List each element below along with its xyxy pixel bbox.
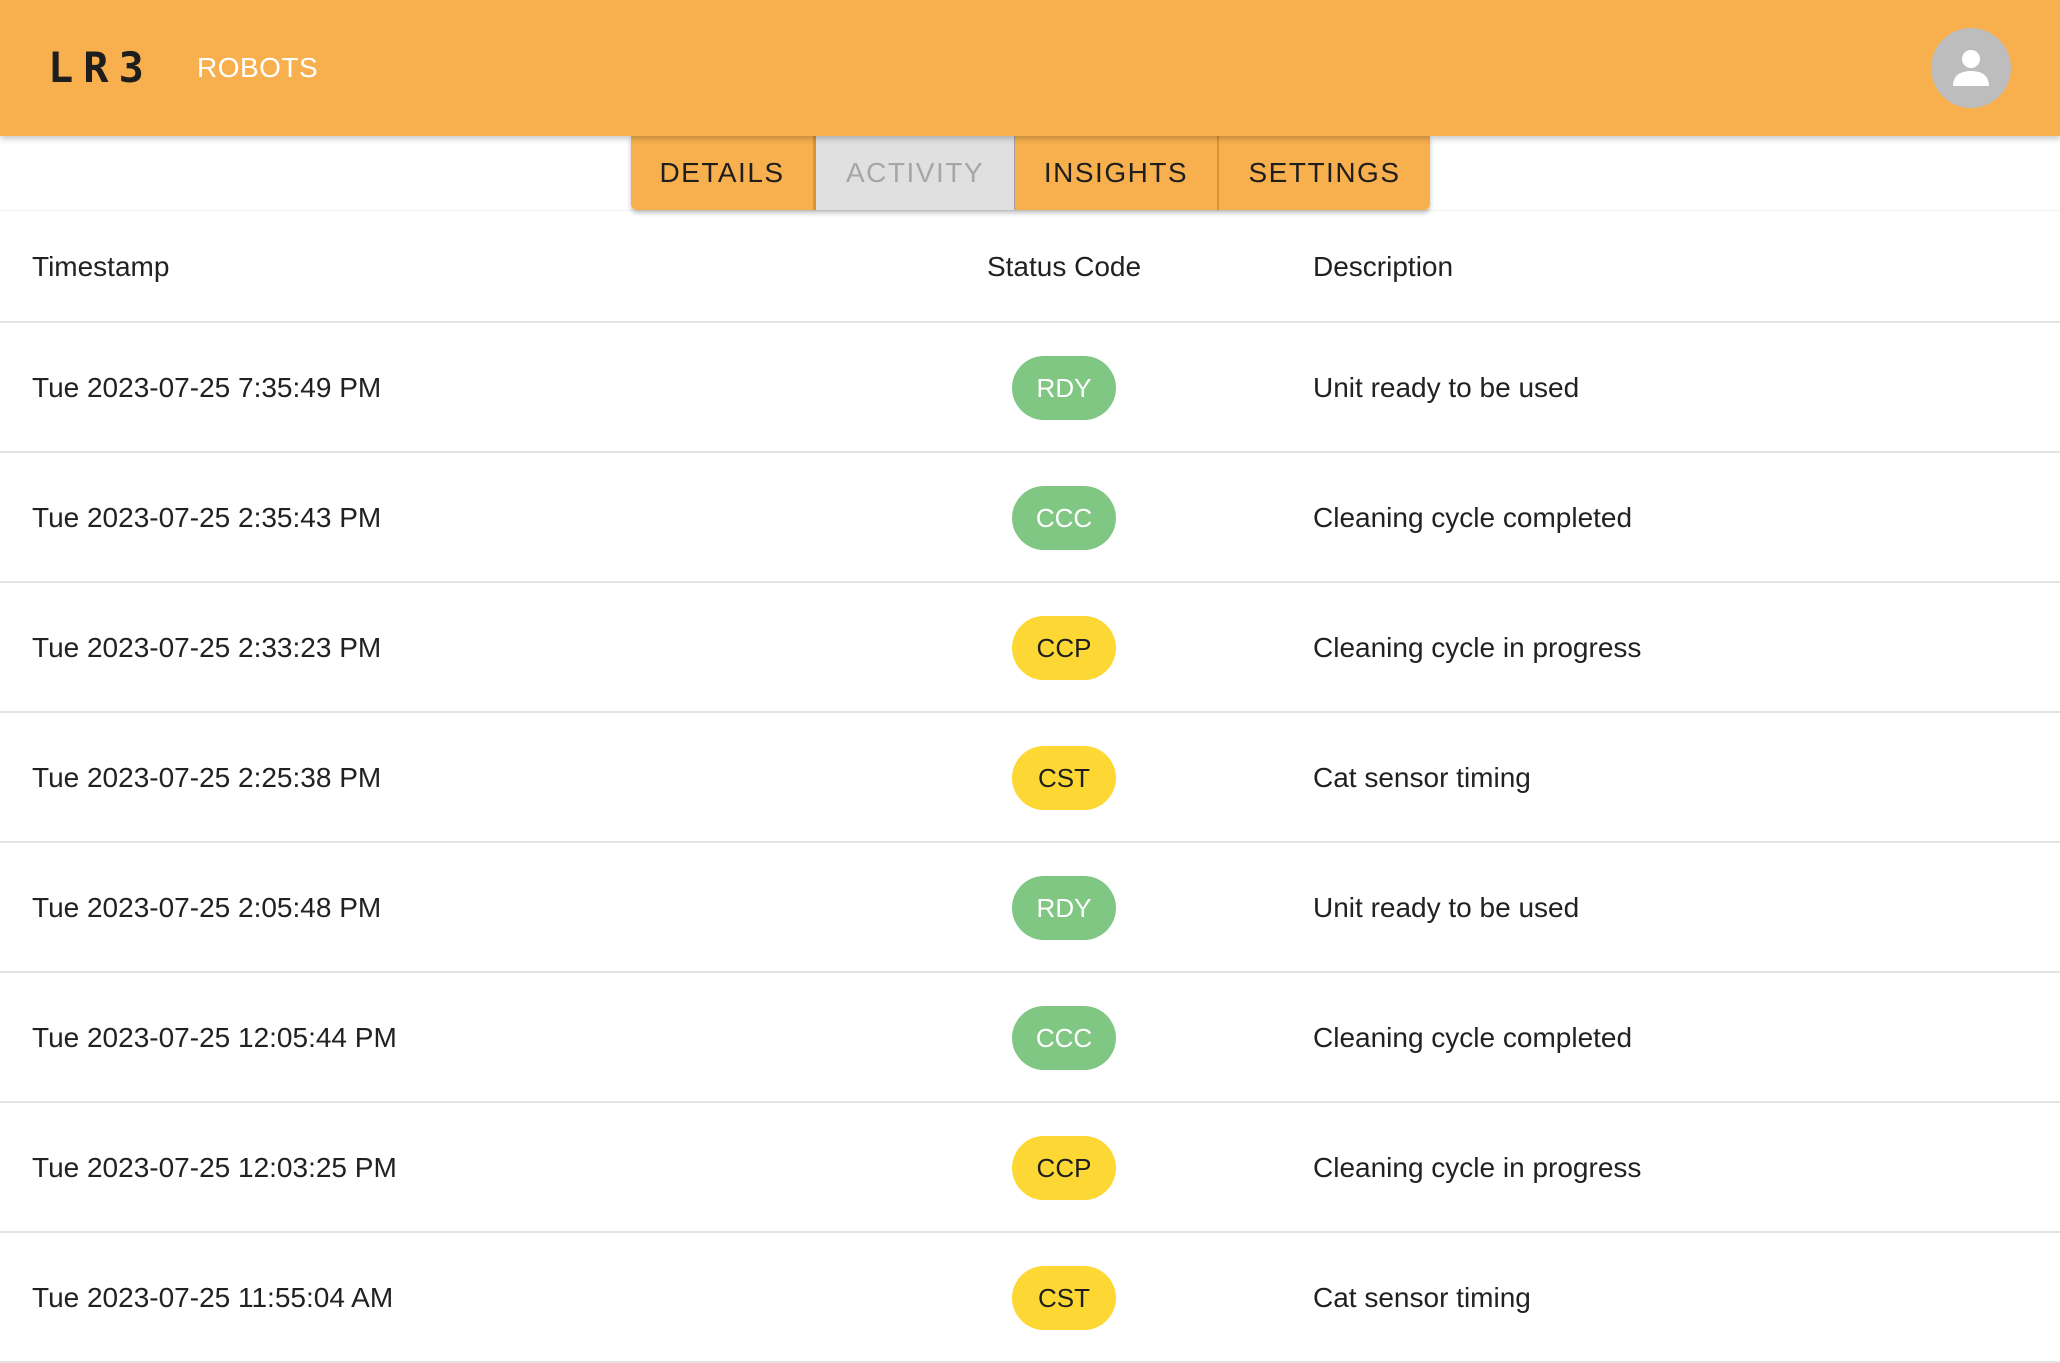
row-description: Cleaning cycle in progress <box>1313 632 1642 663</box>
row-timestamp: Tue 2023-07-25 2:35:43 PM <box>32 502 382 533</box>
status-badge: CST <box>1012 1266 1116 1330</box>
status-badge: CCC <box>1012 1006 1116 1070</box>
table-row[interactable]: Tue 2023-07-25 2:35:43 PM CCC Cleaning cyc… <box>0 453 2060 583</box>
activity-table: Timestamp Status Code Description Tue 20… <box>0 210 2060 1363</box>
table-row[interactable]: Tue 2023-07-25 2:05:48 PM RDY Unit ready t… <box>0 843 2060 973</box>
status-badge: CCP <box>1012 1136 1116 1200</box>
tab-bar: DETAILS ACTIVITY INSIGHTS SETTINGS <box>631 136 1430 210</box>
user-icon <box>1953 50 1989 86</box>
status-badge: RDY <box>1012 356 1116 420</box>
status-badge: CCP <box>1012 616 1116 680</box>
nav-link-robots[interactable]: ROBOTS <box>197 48 318 88</box>
table-row[interactable]: Tue 2023-07-25 11:55:04 AM CST Cat sensor … <box>0 1233 2060 1363</box>
row-timestamp: Tue 2023-07-25 7:35:49 PM <box>32 372 382 403</box>
row-timestamp: Tue 2023-07-25 12:03:25 PM <box>32 1152 397 1183</box>
app-bar: LR3 ROBOTS <box>0 0 2060 136</box>
row-description: Unit ready to be used <box>1313 892 1580 923</box>
status-badge: CST <box>1012 746 1116 810</box>
app-logo[interactable]: LR3 <box>48 42 154 94</box>
row-description: Cleaning cycle completed <box>1313 502 1633 533</box>
row-description: Cat sensor timing <box>1313 762 1531 793</box>
status-badge: RDY <box>1012 876 1116 940</box>
row-timestamp: Tue 2023-07-25 2:05:48 PM <box>32 892 382 923</box>
status-badge: CCC <box>1012 486 1116 550</box>
header-description[interactable]: Description <box>1313 249 1453 285</box>
row-description: Cat sensor timing <box>1313 1282 1531 1313</box>
avatar[interactable] <box>1931 28 2011 108</box>
header-timestamp[interactable]: Timestamp <box>32 249 169 285</box>
tab-details[interactable]: DETAILS <box>631 136 815 210</box>
tab-insights[interactable]: INSIGHTS <box>1015 136 1219 210</box>
table-row[interactable]: Tue 2023-07-25 2:33:23 PM CCP Cleaning cyc… <box>0 583 2060 713</box>
tab-activity[interactable]: ACTIVITY <box>815 136 1015 210</box>
table-header: Timestamp Status Code Description <box>0 210 2060 323</box>
table-row[interactable]: Tue 2023-07-25 2:25:38 PM CST Cat sensor t… <box>0 713 2060 843</box>
row-description: Cleaning cycle completed <box>1313 1022 1633 1053</box>
row-timestamp: Tue 2023-07-25 2:33:23 PM <box>32 632 382 663</box>
row-timestamp: Tue 2023-07-25 11:55:04 AM <box>32 1282 394 1313</box>
table-row[interactable]: Tue 2023-07-25 12:03:25 PM CCP Cleaning cy… <box>0 1103 2060 1233</box>
row-description: Unit ready to be used <box>1313 372 1580 403</box>
table-row[interactable]: Tue 2023-07-25 7:35:49 PM RDY Unit ready t… <box>0 323 2060 453</box>
table-row[interactable]: Tue 2023-07-25 12:05:44 PM CCC Cleaning cy… <box>0 973 2060 1103</box>
row-timestamp: Tue 2023-07-25 12:05:44 PM <box>32 1022 397 1053</box>
row-timestamp: Tue 2023-07-25 2:25:38 PM <box>32 762 382 793</box>
tab-settings[interactable]: SETTINGS <box>1219 136 1430 210</box>
header-status-code[interactable]: Status Code <box>904 249 1224 285</box>
row-description: Cleaning cycle in progress <box>1313 1152 1642 1183</box>
